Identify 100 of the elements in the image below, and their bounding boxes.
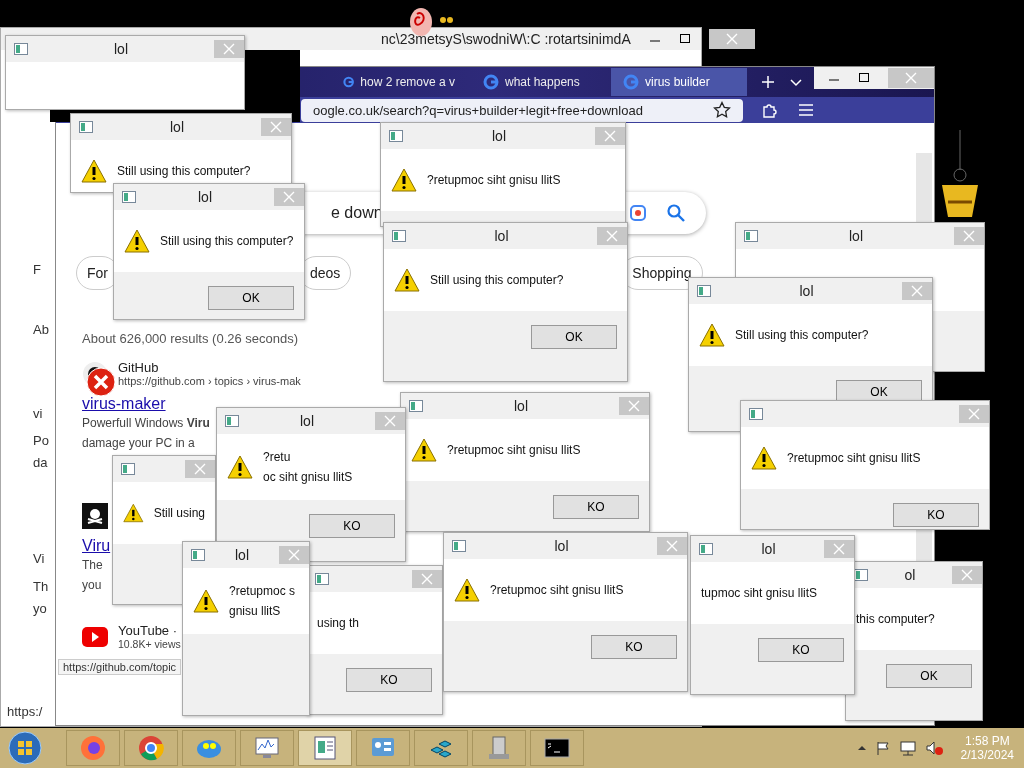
dialog-title: lol bbox=[760, 541, 777, 557]
dialog-title: lol bbox=[513, 398, 529, 414]
g-logo-icon bbox=[483, 74, 499, 90]
puzzle-icon[interactable] bbox=[760, 101, 779, 119]
browser-tab[interactable]: virus builder bbox=[611, 68, 747, 96]
result-link[interactable]: virus-maker bbox=[82, 395, 166, 413]
maximize-icon[interactable] bbox=[858, 72, 870, 84]
speaker-muted-icon[interactable] bbox=[924, 740, 943, 756]
app-icon bbox=[409, 400, 423, 412]
dialog-title: lol bbox=[848, 228, 864, 244]
dialog-message: Still using this computer? bbox=[430, 273, 564, 287]
ghost-text: Po bbox=[33, 433, 49, 448]
fox-logo-icon bbox=[79, 734, 107, 762]
app-icon bbox=[452, 540, 466, 552]
app-icon bbox=[699, 543, 713, 555]
dialog-title: lol bbox=[493, 228, 510, 244]
ghost-text: https:/ bbox=[7, 704, 43, 719]
dialog-button[interactable]: KO bbox=[309, 514, 395, 538]
dialog-button[interactable]: OK bbox=[886, 664, 972, 688]
browser-tab[interactable]: how 2 remove a v bbox=[331, 68, 467, 96]
app-icon bbox=[697, 285, 711, 297]
ghost-text: Vi bbox=[33, 551, 45, 566]
tab-label: how 2 remove a v bbox=[360, 75, 455, 89]
dialog-button[interactable]: KO bbox=[346, 668, 432, 692]
dialog-message: gnisu llitS bbox=[229, 604, 282, 618]
dialog-button[interactable]: KO bbox=[758, 638, 844, 662]
skull-icon bbox=[82, 503, 108, 529]
result-snippet: Powerfull Windows Viru bbox=[82, 415, 210, 432]
error-icon bbox=[86, 367, 116, 397]
window-title: nc\23metsyS\swodniW\:C :rotartsinimdA bbox=[381, 31, 631, 47]
dialog-message: oc siht gnisu llitS bbox=[263, 470, 353, 484]
app-icon bbox=[225, 415, 239, 427]
source-name: YouTube · bbox=[118, 623, 179, 638]
dialog-message: ?retupmoc siht gnisu llitS bbox=[427, 173, 561, 187]
g-logo-icon bbox=[343, 74, 355, 90]
tab-label: virus builder bbox=[645, 75, 710, 89]
dialog-message: Still using this computer? bbox=[160, 234, 294, 248]
g-logo-icon bbox=[623, 74, 639, 90]
dialog-message: Still using this computer? bbox=[735, 328, 869, 342]
flag-icon[interactable] bbox=[874, 740, 891, 756]
menu-icon[interactable] bbox=[796, 101, 815, 119]
dialog-message: ?retupmoc siht gnisu llitS bbox=[490, 583, 624, 597]
start-orb-icon[interactable] bbox=[8, 731, 42, 765]
source-name: GitHub bbox=[118, 360, 160, 375]
chrome-logo-icon bbox=[137, 734, 165, 762]
app-icon bbox=[749, 408, 763, 420]
ghost-text: vi bbox=[33, 406, 43, 421]
source-url: https://github.com › topics › virus-mak bbox=[118, 375, 301, 387]
lens-icon[interactable] bbox=[628, 203, 648, 223]
dialog-title: lol bbox=[169, 119, 185, 135]
browser-tab[interactable]: what happens bbox=[471, 68, 607, 96]
dialog-message: tupmoc siht gnisu llitS bbox=[701, 586, 818, 600]
status-url: https://github.com/topic bbox=[58, 659, 182, 675]
star-icon[interactable] bbox=[712, 101, 731, 119]
dialog-message: ?retupmoc siht gnisu llitS bbox=[787, 451, 921, 465]
new-tab-icon[interactable] bbox=[761, 75, 775, 89]
network-icon[interactable] bbox=[898, 740, 917, 756]
dialog-button[interactable]: KO bbox=[553, 495, 639, 519]
taskbar-app-button[interactable] bbox=[530, 730, 584, 766]
result-snippet: you bbox=[82, 577, 102, 594]
dialog-button[interactable]: OK bbox=[208, 286, 294, 310]
dialog-message: using th bbox=[317, 616, 360, 630]
dialog-message: Still using bbox=[153, 506, 205, 520]
document-icon bbox=[311, 734, 339, 762]
dialog-title: lol bbox=[491, 128, 507, 144]
result-snippet: damage your PC in a bbox=[82, 435, 195, 452]
dialog-button[interactable]: OK bbox=[531, 325, 617, 349]
ghost-text: yo bbox=[33, 601, 47, 616]
app-icon bbox=[744, 230, 758, 242]
dialog-title: ol bbox=[903, 567, 917, 583]
result-count: About 626,000 results (0.26 seconds) bbox=[82, 331, 299, 346]
result-snippet: The bbox=[82, 557, 103, 574]
dialog-title: lol bbox=[113, 41, 129, 57]
app-icon bbox=[14, 43, 28, 55]
ghost-text: da bbox=[33, 455, 48, 470]
dialog-message: ?retu bbox=[263, 450, 292, 464]
dialog-button[interactable]: KO bbox=[893, 503, 979, 527]
dialog-title: lol bbox=[553, 538, 570, 554]
app-icon bbox=[389, 130, 403, 142]
dialog-title: lol bbox=[234, 547, 250, 563]
dialog-message: Still using this computer? bbox=[117, 164, 251, 178]
tab-label: what happens bbox=[505, 75, 580, 89]
dialog-message: ?retupmoc siht gnisu llitS bbox=[447, 443, 581, 457]
dialog-title: lol bbox=[798, 283, 815, 299]
dialog-title: lol bbox=[299, 413, 315, 429]
dialog-message: ?retupmoc s bbox=[229, 584, 296, 598]
dialog-button[interactable]: KO bbox=[591, 635, 677, 659]
app-icon bbox=[79, 121, 93, 133]
app-icon bbox=[121, 463, 135, 475]
chevron-up-icon[interactable] bbox=[856, 743, 867, 753]
close-icon[interactable] bbox=[708, 29, 755, 49]
search-icon[interactable] bbox=[666, 203, 686, 223]
dialog-title: lol bbox=[197, 189, 213, 205]
app-icon bbox=[315, 573, 329, 585]
result-link[interactable]: Viru bbox=[82, 537, 111, 555]
maximize-icon[interactable] bbox=[678, 33, 691, 45]
url-text: oogle.co.uk/search?q=virus+builder+legit+free+download bbox=[313, 102, 643, 118]
app-icon bbox=[122, 191, 136, 203]
address-bar[interactable]: oogle.co.uk/search?q=virus+builder+legit+free+download bbox=[301, 98, 743, 122]
dialog-message: this computer? bbox=[856, 612, 935, 626]
